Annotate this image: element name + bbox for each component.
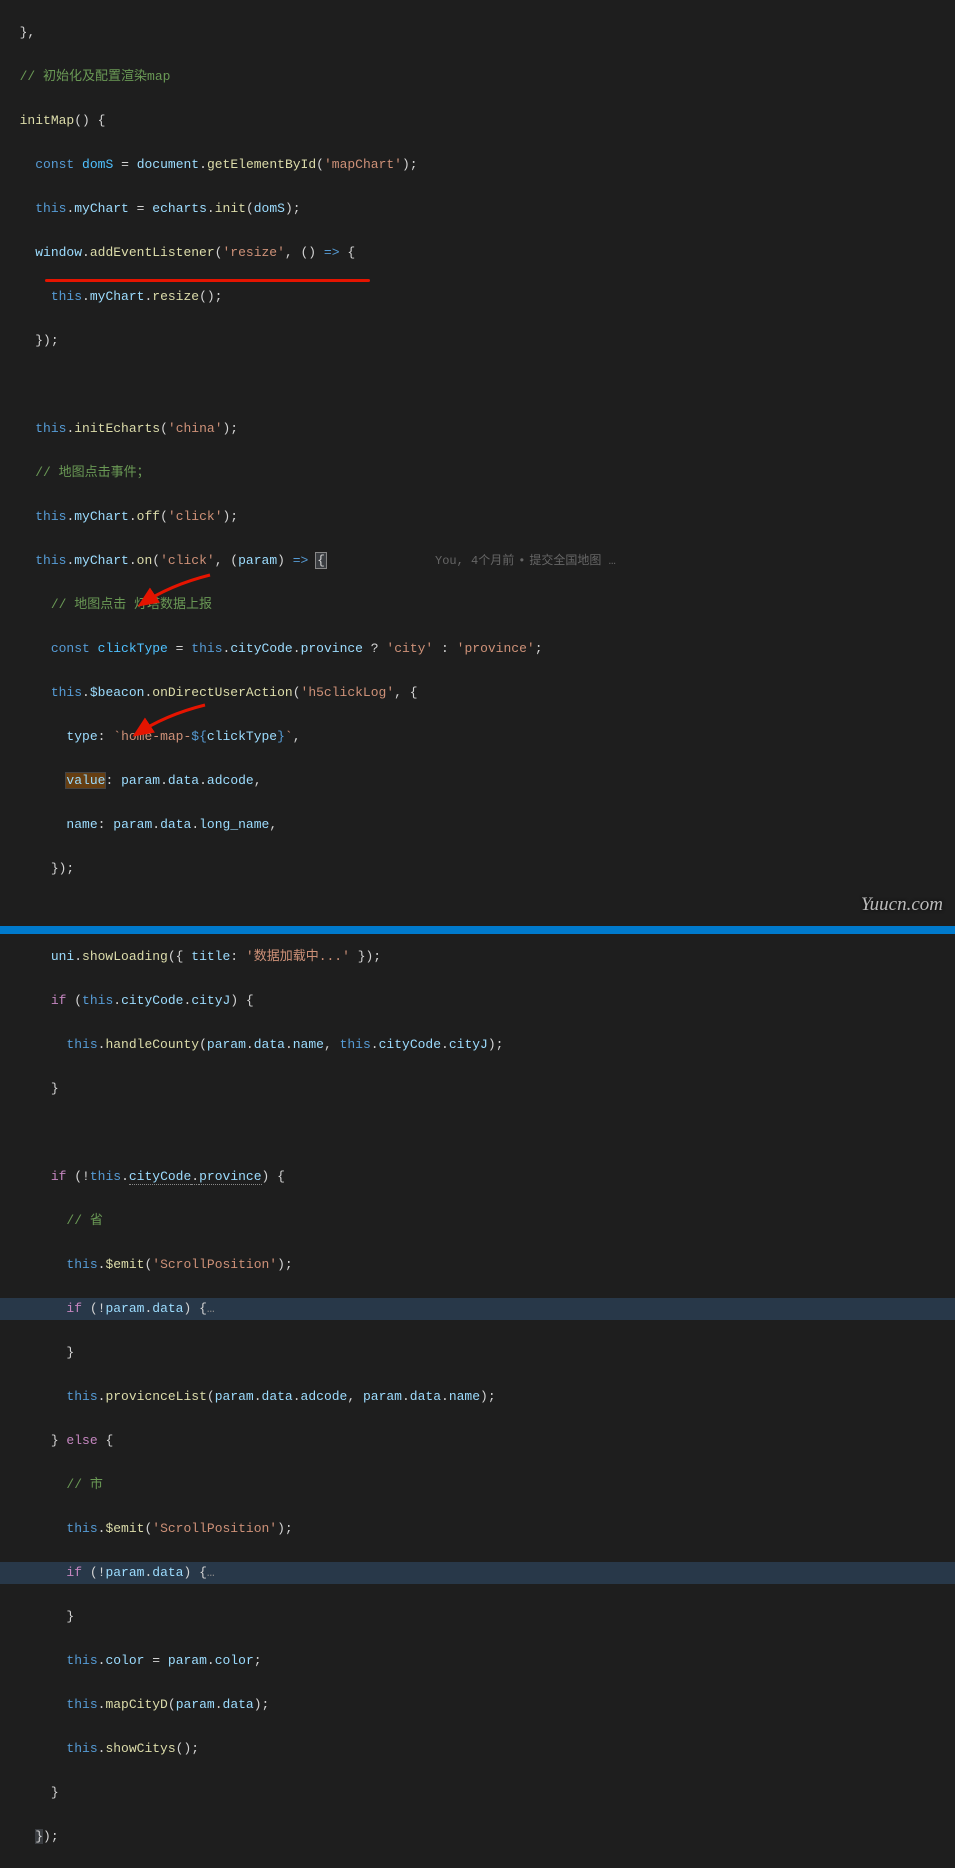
status-bar[interactable] bbox=[0, 926, 955, 934]
comment: // 初始化及配置渲染map bbox=[20, 69, 171, 84]
selection-highlight: value bbox=[66, 773, 105, 788]
code-line[interactable]: value: param.data.adcode, bbox=[0, 770, 955, 792]
code-line[interactable] bbox=[0, 902, 955, 924]
code-line[interactable]: this.color = param.color; bbox=[0, 1650, 955, 1672]
code-line[interactable]: // 地图点击事件； bbox=[0, 462, 955, 484]
code-line[interactable]: // 地图点击 灯塔数据上报 bbox=[0, 594, 955, 616]
code-line[interactable]: this.myChart = echarts.init(domS); bbox=[0, 198, 955, 220]
code-line[interactable]: if (this.cityCode.cityJ) { bbox=[0, 990, 955, 1012]
comment: // 地图点击事件； bbox=[35, 465, 149, 480]
code-line[interactable]: this.myChart.on('click', (param) => {You… bbox=[0, 550, 955, 572]
fold-indicator[interactable]: … bbox=[207, 1565, 215, 1580]
code-line[interactable]: window.addEventListener('resize', () => … bbox=[0, 242, 955, 264]
code-line[interactable]: } bbox=[0, 1782, 955, 1804]
comment: // 地图点击 灯塔数据上报 bbox=[51, 597, 212, 612]
code-line[interactable]: this.mapCityD(param.data); bbox=[0, 1694, 955, 1716]
code-line[interactable]: } bbox=[0, 1342, 955, 1364]
method-name: initMap bbox=[20, 113, 75, 128]
code-line[interactable]: }); bbox=[0, 858, 955, 880]
code-line[interactable]: this.$emit('ScrollPosition'); bbox=[0, 1254, 955, 1276]
code-line[interactable]: this.$beacon.onDirectUserAction('h5click… bbox=[0, 682, 955, 704]
code-line[interactable]: this.showCitys(); bbox=[0, 1738, 955, 1760]
code-line[interactable]: this.myChart.resize(); bbox=[0, 286, 955, 308]
code-line[interactable]: }); bbox=[0, 1826, 955, 1848]
code-line[interactable]: initMap() { bbox=[0, 110, 955, 132]
code-line[interactable]: this.$emit('ScrollPosition'); bbox=[0, 1518, 955, 1540]
comment: // 省 bbox=[66, 1213, 102, 1228]
code-line[interactable]: uni.showLoading({ title: '数据加载中...' }); bbox=[0, 946, 955, 968]
code-line[interactable] bbox=[0, 374, 955, 396]
code-line[interactable]: name: param.data.long_name, bbox=[0, 814, 955, 836]
code-line[interactable]: this.handleCounty(param.data.name, this.… bbox=[0, 1034, 955, 1056]
code-line[interactable]: if (!this.cityCode.province) { bbox=[0, 1166, 955, 1188]
comment: // 市 bbox=[66, 1477, 102, 1492]
annotation-underline bbox=[45, 279, 370, 282]
code-line[interactable]: } bbox=[0, 1606, 955, 1628]
code-line[interactable]: const domS = document.getElementById('ma… bbox=[0, 154, 955, 176]
code-line[interactable]: } bbox=[0, 1078, 955, 1100]
code-line[interactable] bbox=[0, 1122, 955, 1144]
code-line[interactable]: this.myChart.off('click'); bbox=[0, 506, 955, 528]
code-line[interactable]: this.provicnceList(param.data.adcode, pa… bbox=[0, 1386, 955, 1408]
code-line[interactable]: }); bbox=[0, 330, 955, 352]
fold-indicator[interactable]: … bbox=[207, 1301, 215, 1316]
code-line[interactable]: type: `home-map-${clickType}`, bbox=[0, 726, 955, 748]
code-line[interactable]: }, bbox=[0, 22, 955, 44]
code-line[interactable]: // 初始化及配置渲染map bbox=[0, 66, 955, 88]
code-line[interactable]: const clickType = this.cityCode.province… bbox=[0, 638, 955, 660]
code-line[interactable]: // 市 bbox=[0, 1474, 955, 1496]
code-line[interactable]: if (!param.data) {… bbox=[0, 1562, 955, 1584]
code-line[interactable]: if (!param.data) {… bbox=[0, 1298, 955, 1320]
cursor-brace: { bbox=[316, 553, 326, 568]
code-line[interactable]: // 省 bbox=[0, 1210, 955, 1232]
code-line[interactable]: } else { bbox=[0, 1430, 955, 1452]
code-line[interactable]: this.initEcharts('china'); bbox=[0, 418, 955, 440]
watermark: Yuucn.com bbox=[861, 894, 943, 916]
git-blame-annotation: You, 4个月前•提交全国地图 … bbox=[435, 550, 616, 572]
